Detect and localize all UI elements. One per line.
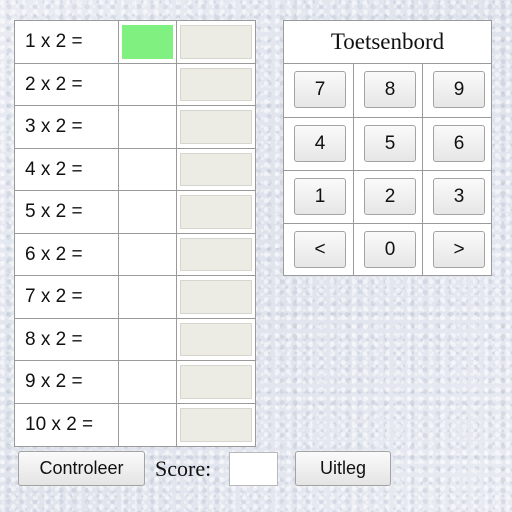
answer-value	[122, 68, 173, 102]
result-cell	[177, 276, 255, 318]
table-row: 3 x 2 =	[15, 106, 255, 149]
table-row: 1 x 2 =	[15, 21, 255, 64]
score-field	[229, 452, 278, 486]
score-label: Score:	[155, 456, 212, 481]
table-row: 8 x 2 =	[15, 318, 255, 361]
answer-value	[122, 195, 173, 229]
question-label: 8 x 2 =	[15, 318, 119, 360]
result-box	[180, 152, 252, 186]
result-cell	[177, 191, 255, 233]
keyboard-panel: Toetsenbord 7 8 9 4 5 6 1 2 3 < 0 >	[283, 20, 492, 276]
result-box	[180, 110, 252, 144]
table-row: 6 x 2 =	[15, 233, 255, 276]
key-previous[interactable]: <	[294, 231, 346, 268]
result-cell	[177, 361, 255, 403]
answer-value	[122, 153, 173, 187]
question-label: 10 x 2 =	[15, 403, 119, 446]
table-row: 7 x 2 =	[15, 276, 255, 319]
result-cell	[177, 21, 255, 63]
answer-field[interactable]	[119, 106, 177, 148]
result-box	[180, 407, 252, 442]
key-4[interactable]: 4	[294, 125, 346, 162]
key-2[interactable]: 2	[364, 178, 416, 215]
keyboard-cell: 0	[353, 223, 422, 276]
keyboard-cell: >	[422, 223, 491, 276]
answer-value	[122, 280, 173, 314]
answer-value	[122, 323, 173, 357]
table-row: 5 x 2 =	[15, 191, 255, 234]
question-label: 4 x 2 =	[15, 148, 119, 190]
keyboard-cell: 3	[422, 170, 491, 223]
question-label: 9 x 2 =	[15, 361, 119, 403]
key-7[interactable]: 7	[294, 71, 346, 108]
answer-field[interactable]	[119, 233, 177, 275]
table-row: 10 x 2 =	[15, 403, 255, 447]
keyboard-cell: 7	[284, 64, 353, 117]
answer-field[interactable]	[119, 191, 177, 233]
question-label: 2 x 2 =	[15, 63, 119, 105]
answer-value	[122, 408, 173, 443]
answer-field[interactable]	[119, 318, 177, 360]
answer-value	[122, 110, 173, 144]
key-9[interactable]: 9	[433, 71, 485, 108]
result-cell	[177, 404, 255, 447]
question-label: 5 x 2 =	[15, 191, 119, 233]
keyboard-cell: 5	[353, 117, 422, 170]
key-5[interactable]: 5	[364, 125, 416, 162]
keyboard-cell: 6	[422, 117, 491, 170]
answer-field[interactable]	[119, 148, 177, 190]
answer-field[interactable]	[119, 276, 177, 318]
answer-value	[122, 365, 173, 399]
question-label: 6 x 2 =	[15, 233, 119, 275]
active-answer-highlight	[122, 25, 173, 59]
keyboard-cell: 1	[284, 170, 353, 223]
result-cell	[177, 64, 255, 106]
table-row: 4 x 2 =	[15, 148, 255, 191]
result-box	[180, 237, 252, 271]
question-label: 1 x 2 =	[15, 21, 119, 63]
key-3[interactable]: 3	[433, 178, 485, 215]
multiplication-table: 1 x 2 = 2 x 2 = 3 x 2 = 4 x 2 = 5 x 2 = …	[14, 20, 256, 447]
table-row: 2 x 2 =	[15, 63, 255, 106]
check-button[interactable]: Controleer	[18, 451, 145, 486]
result-box	[180, 365, 252, 399]
answer-field[interactable]	[119, 63, 177, 105]
answer-field[interactable]	[119, 21, 177, 63]
result-box	[180, 280, 252, 314]
keyboard-cell: <	[284, 223, 353, 276]
result-box	[180, 195, 252, 229]
result-cell	[177, 319, 255, 361]
question-label: 3 x 2 =	[15, 106, 119, 148]
answer-field[interactable]	[119, 361, 177, 403]
table-row: 9 x 2 =	[15, 361, 255, 404]
key-1[interactable]: 1	[294, 178, 346, 215]
keyboard-cell: 2	[353, 170, 422, 223]
help-button[interactable]: Uitleg	[295, 451, 391, 486]
result-box	[180, 322, 252, 356]
key-0[interactable]: 0	[364, 231, 416, 268]
keyboard-title: Toetsenbord	[284, 21, 491, 64]
key-6[interactable]: 6	[433, 125, 485, 162]
keyboard-cell: 8	[353, 64, 422, 117]
key-next[interactable]: >	[433, 231, 485, 268]
keyboard-cell: 4	[284, 117, 353, 170]
keyboard-cell: 9	[422, 64, 491, 117]
answer-field[interactable]	[119, 403, 177, 446]
result-box	[180, 67, 252, 101]
result-box	[180, 25, 252, 59]
key-8[interactable]: 8	[364, 71, 416, 108]
result-cell	[177, 149, 255, 191]
answer-value	[122, 238, 173, 272]
result-cell	[177, 106, 255, 148]
question-label: 7 x 2 =	[15, 276, 119, 318]
result-cell	[177, 234, 255, 276]
